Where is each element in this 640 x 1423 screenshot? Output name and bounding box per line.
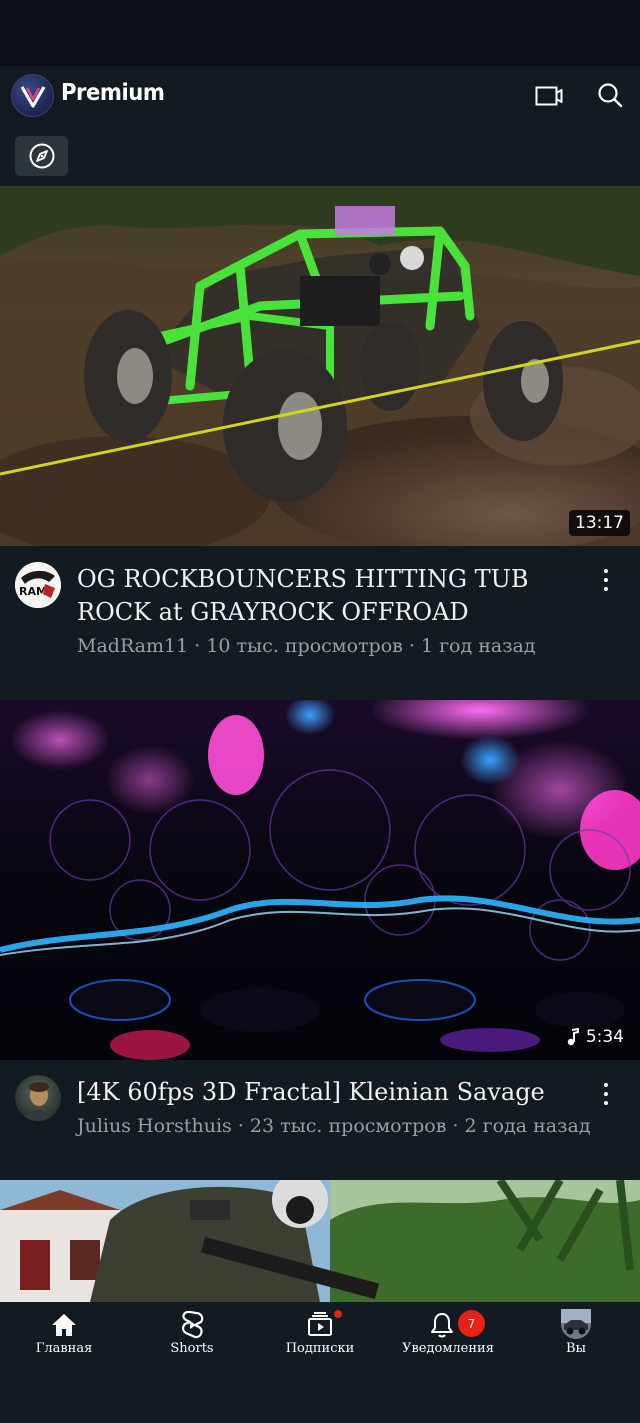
video-duration-2: 5:34 (560, 1024, 630, 1050)
video-thumbnail-1[interactable]: 13:17 (0, 186, 640, 546)
nav-label: Shorts (170, 1341, 214, 1356)
nav-home[interactable]: Главная (0, 1302, 128, 1382)
shorts-icon (175, 1308, 209, 1342)
nav-label: Главная (35, 1341, 93, 1356)
video-subtitle: Julius Horsthuis · 23 тыс. просмотров · … (77, 1115, 591, 1137)
nav-you[interactable]: Вы (512, 1302, 640, 1382)
notification-badge: 7 (458, 1310, 485, 1337)
nav-notifications[interactable]: 7 Уведомления (384, 1302, 512, 1382)
video-subtitle: MadRam11 · 10 тыс. просмотров · 1 год на… (77, 635, 536, 657)
subscriptions-icon (303, 1308, 337, 1342)
avatar-logo-text: RAM (19, 585, 47, 598)
nav-label: Вы (566, 1341, 586, 1356)
video-thumbnail-3[interactable] (0, 1180, 640, 1302)
more-options-icon[interactable] (596, 566, 616, 594)
nav-subscriptions[interactable]: Подписки (256, 1302, 384, 1382)
new-content-dot (333, 1309, 343, 1319)
channel-avatar[interactable]: RAM (15, 562, 61, 608)
nav-label: Уведомления (402, 1341, 494, 1356)
nav-label: Подписки (285, 1341, 355, 1356)
video-title[interactable]: [4K 60fps 3D Fractal] Kleinian Savage (77, 1076, 577, 1109)
bottom-navigation: Главная Shorts Подписки 7 Уведомления Вы (0, 1302, 640, 1423)
bell-icon (425, 1308, 459, 1342)
music-note-icon (567, 1028, 579, 1046)
video-thumbnail-2[interactable]: 5:34 (0, 700, 640, 1060)
more-options-icon[interactable] (596, 1080, 616, 1108)
video-meta-1: RAM OG ROCKBOUNCERS HITTING TUB ROCK at … (0, 546, 640, 700)
channel-avatar[interactable] (15, 1075, 61, 1121)
top-app-bar: Premium (0, 66, 640, 126)
video-title[interactable]: OG ROCKBOUNCERS HITTING TUB ROCK at GRAY… (77, 563, 577, 629)
video-duration-1: 13:17 (569, 510, 630, 536)
compass-icon (29, 143, 54, 169)
app-brand-title: Premium (61, 80, 165, 106)
app-logo[interactable] (11, 74, 54, 117)
nav-shorts[interactable]: Shorts (128, 1302, 256, 1382)
cast-icon[interactable] (529, 76, 569, 116)
video-meta-2: [4K 60fps 3D Fractal] Kleinian Savage Ju… (0, 1060, 640, 1180)
search-icon[interactable] (590, 75, 630, 115)
status-bar (0, 0, 640, 66)
explore-chip[interactable] (15, 136, 68, 176)
home-icon (47, 1308, 81, 1342)
profile-avatar (559, 1307, 593, 1341)
